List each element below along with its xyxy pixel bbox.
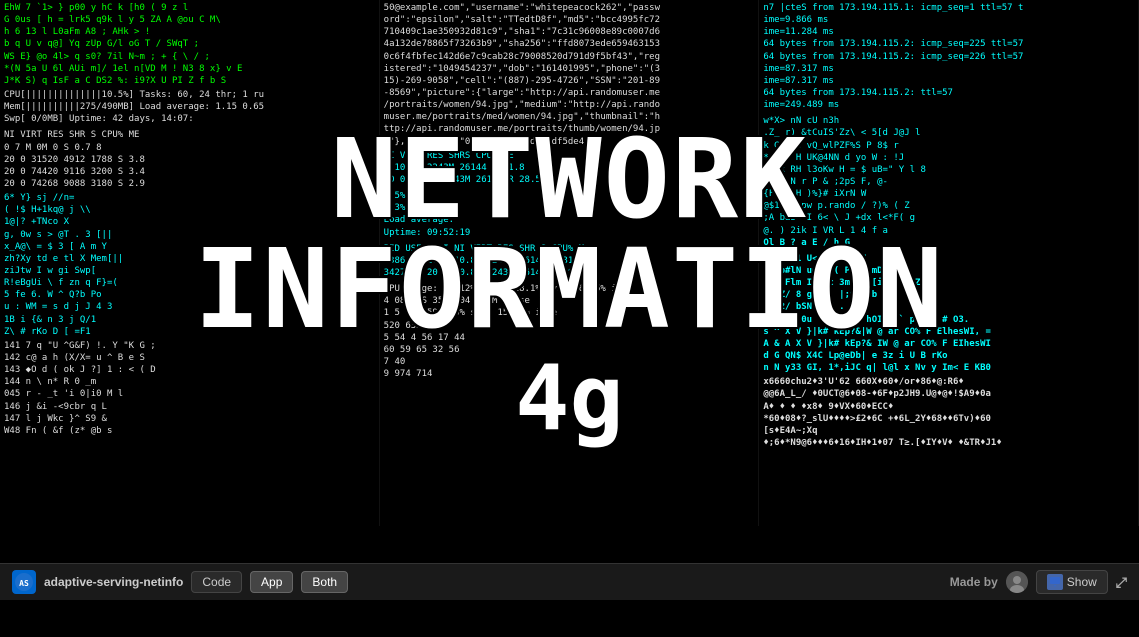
svg-text:AS: AS: [19, 579, 29, 588]
app-icon: AS: [12, 570, 36, 594]
terminal-panel-middle: 50@example.com","username":"whitepeacock…: [380, 0, 760, 526]
app-logo-icon: AS: [14, 572, 34, 592]
toolbar-left-section: AS adaptive-serving-netinfo Code App Bot…: [12, 570, 942, 594]
user-avatar: [1006, 571, 1028, 593]
avatar-image: [1006, 571, 1028, 593]
expand-icon[interactable]: ⤢: [1116, 574, 1127, 591]
tab-both-button[interactable]: Both: [301, 571, 348, 593]
tab-code-button[interactable]: Code: [191, 571, 242, 593]
show-icon-svg: [1049, 576, 1061, 588]
made-by-label: Made by: [950, 575, 998, 589]
tab-app-button[interactable]: App: [250, 571, 293, 593]
toolbar-right-section: Made by Show ⤢: [950, 570, 1127, 594]
show-icon: [1047, 574, 1063, 590]
terminal-panel-left-top: EhW 7 `1> } p00 y hC k [h0 ( 9 z l G 0us…: [0, 0, 380, 526]
bottom-toolbar: AS adaptive-serving-netinfo Code App Bot…: [0, 563, 1139, 600]
app-name-label: adaptive-serving-netinfo: [44, 575, 183, 589]
show-button[interactable]: Show: [1036, 570, 1108, 594]
terminal-background: EhW 7 `1> } p00 y hC k [h0 ( 9 z l G 0us…: [0, 0, 1139, 600]
terminal-panel-right: n7 |cteS from 173.194.115.1: icmp_seq=1 …: [759, 0, 1139, 526]
show-button-label: Show: [1067, 575, 1097, 589]
